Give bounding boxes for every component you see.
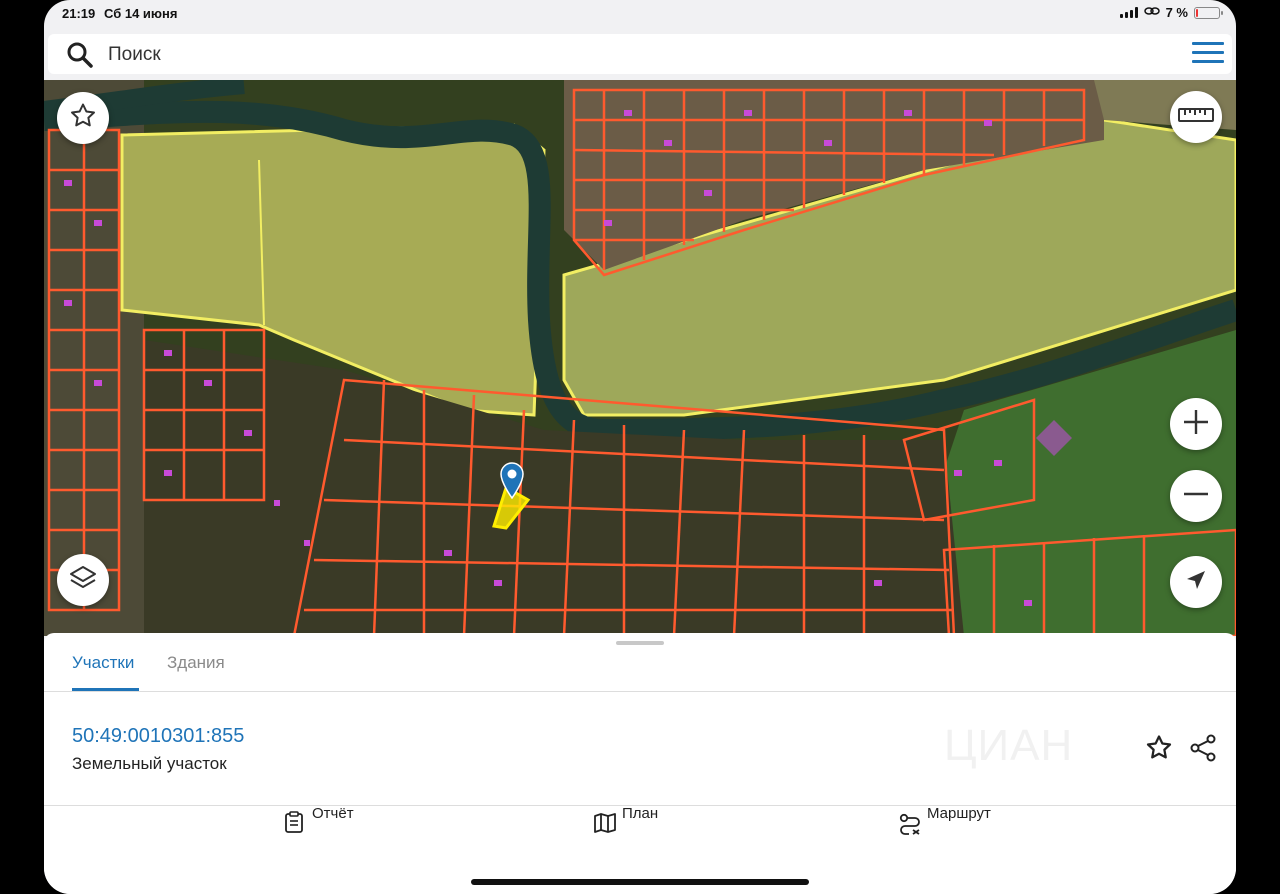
zoom-in-button[interactable] (1170, 398, 1222, 450)
layers-icon (68, 563, 98, 598)
parcel-type: Земельный участок (72, 754, 227, 773)
plan-label: План (622, 805, 659, 822)
bottom-sheet[interactable]: Участки Здания ЦИАН 50:49:0010301:855 Зе… (44, 633, 1236, 894)
star-outline-icon (68, 101, 98, 136)
tab-bar: Участки Здания (44, 633, 1236, 692)
report-label: Отчёт (312, 805, 354, 822)
signal-icon (1119, 7, 1138, 18)
ruler-icon (1178, 106, 1214, 129)
navigation-arrow-icon (1183, 567, 1209, 598)
plus-icon (1181, 407, 1211, 442)
location-pin-icon[interactable] (499, 461, 525, 504)
tab-parcels[interactable]: Участки (72, 653, 134, 673)
status-indicators: 7 % (1119, 5, 1223, 20)
route-icon (899, 813, 921, 840)
satellite-map[interactable] (44, 80, 1236, 636)
status-time: 21:19 (62, 6, 96, 21)
my-location-button[interactable] (1170, 556, 1222, 608)
home-indicator[interactable] (471, 879, 809, 885)
battery-icon (1194, 6, 1223, 19)
favorite-map-button[interactable] (57, 92, 109, 144)
search-icon[interactable] (66, 41, 94, 74)
favorite-star-icon[interactable] (1144, 733, 1174, 763)
menu-icon[interactable] (1192, 42, 1224, 66)
status-date: Сб 14 июня (104, 6, 178, 21)
watermark: ЦИАН (944, 721, 1074, 770)
report-icon (284, 811, 304, 838)
tab-buildings[interactable]: Здания (167, 653, 225, 673)
app-window: 21:19 Сб 14 июня 7 % Поиск Участки Здани… (44, 0, 1236, 894)
zoom-out-button[interactable] (1170, 470, 1222, 522)
map-icon (594, 813, 616, 838)
route-label: Маршрут (927, 805, 991, 822)
share-icon[interactable] (1188, 733, 1218, 763)
search-input[interactable]: Поиск (108, 44, 161, 66)
hotspot-icon (1143, 5, 1160, 20)
battery-percent: 7 % (1165, 5, 1188, 20)
minus-icon (1181, 479, 1211, 514)
cadastral-number[interactable]: 50:49:0010301:855 (72, 725, 244, 748)
map-view[interactable] (44, 80, 1236, 636)
status-bar: 21:19 Сб 14 июня 7 % (44, 0, 1236, 26)
layers-button[interactable] (57, 554, 109, 606)
active-tab-indicator (72, 688, 139, 691)
search-bar[interactable]: Поиск (48, 34, 1232, 74)
ruler-button[interactable] (1170, 91, 1222, 143)
